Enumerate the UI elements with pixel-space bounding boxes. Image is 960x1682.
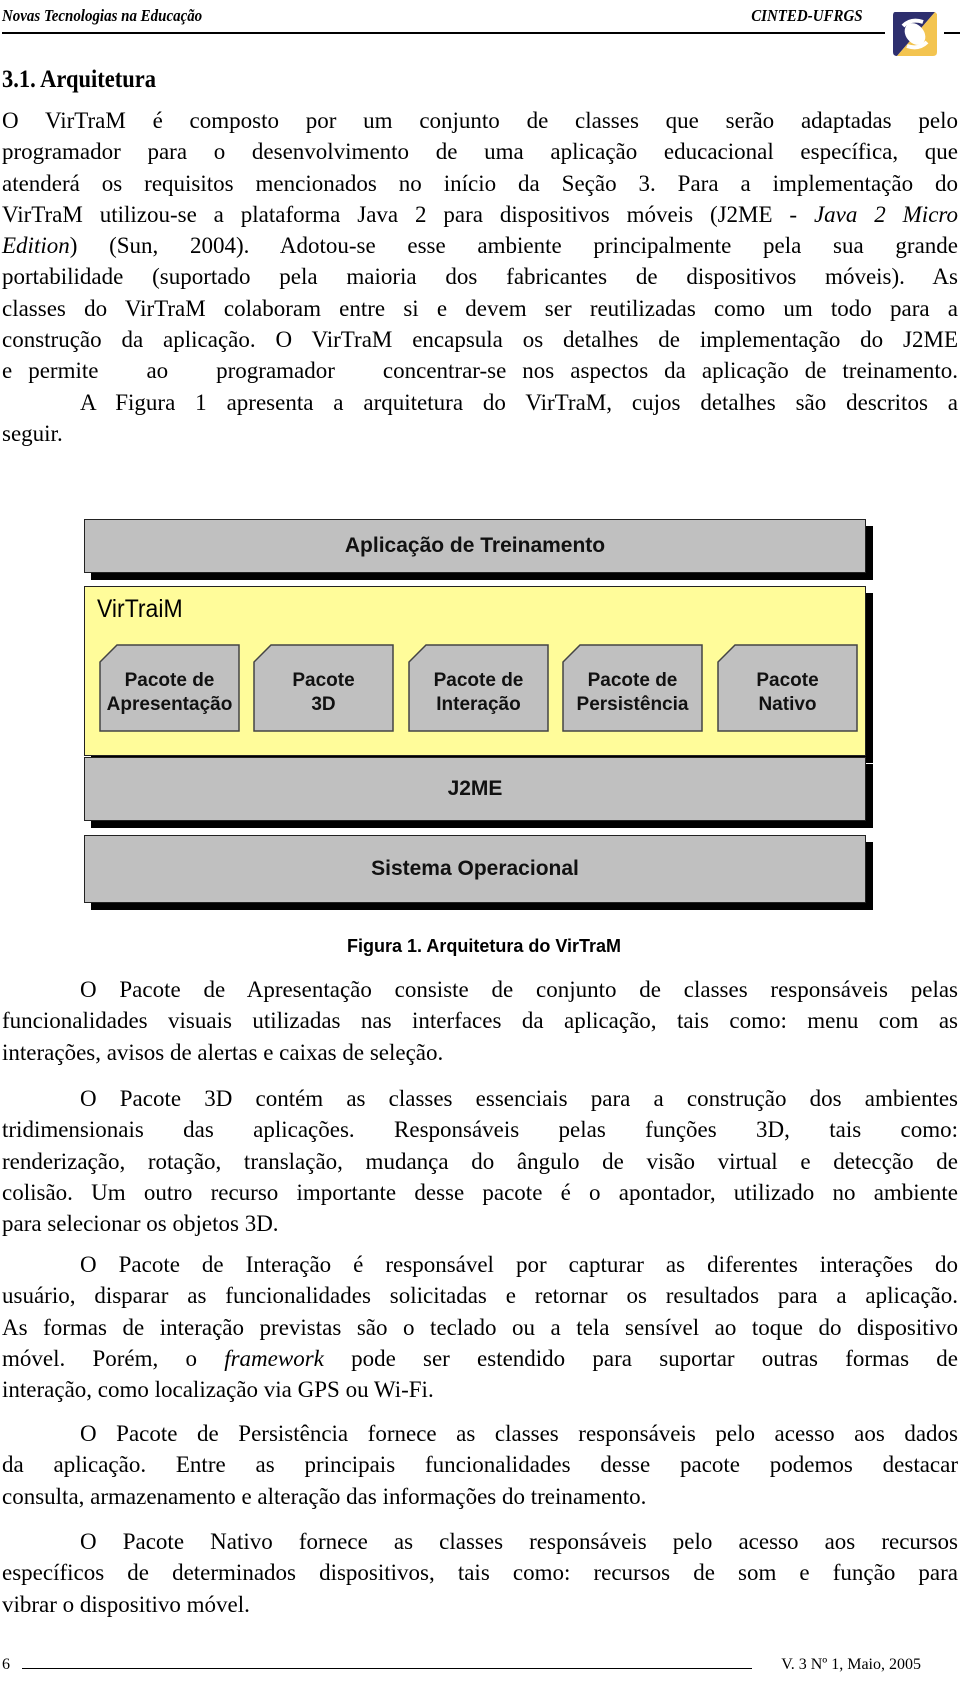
layer-label: Sistema Operacional [371, 857, 579, 880]
paragraph-native-package: O Pacote Nativo fornece as classes respo… [2, 1526, 958, 1620]
text-segment: A Figura 1 apresenta a arquitetura do Vi… [80, 389, 958, 415]
page-header: Novas Tecnologias na Educação CINTED-UFR… [0, 0, 960, 60]
text-line: A Figura 1 apresenta a arquitetura do Vi… [2, 387, 958, 418]
text-line: vibrar o dispositivo móvel. [2, 1591, 250, 1617]
text-line: usuário, disparar as funcionalidades sol… [2, 1283, 958, 1309]
text-line: interação, como localização via GPS ou W… [2, 1377, 434, 1403]
text-line: interações, avisos de alertas e caixas d… [2, 1039, 444, 1065]
paragraph-persistence-package: O Pacote de Persistência fornece as clas… [2, 1418, 958, 1512]
package-list: Pacote de Apresentação Pacote 3D Pacote de… [99, 644, 859, 732]
paragraph-interaction-package: O Pacote de Interação é responsável por … [2, 1249, 958, 1405]
text-line: colisão. Um outro recurso importante des… [2, 1179, 958, 1205]
text-line: programador para o desenvolvimento de um… [2, 139, 958, 165]
text-line: renderização, rotação, translação, mudan… [2, 1148, 958, 1174]
text-line: móvel. Porém, o framework pode ser esten… [2, 1345, 958, 1371]
text-line: VirTraM utilizou-se a plataforma Java 2 … [2, 199, 958, 230]
package-label: Pacote Nativo [756, 670, 819, 715]
package-interaction: Pacote de Interação [408, 644, 549, 732]
layer-training-application: Aplicação de Treinamento [84, 519, 866, 573]
text-line: construção da aplicação. O VirTraM encap… [2, 327, 958, 353]
footer-divider [22, 1668, 752, 1669]
text-line: classes do VirTraM colaboram entre si e … [2, 295, 958, 321]
text-line: O Pacote Nativo fornece as classes respo… [80, 1529, 958, 1554]
intro-paragraph: O VirTraM é composto por um conjunto de … [2, 105, 958, 449]
text-line: O Pacote de Persistência fornece as clas… [80, 1421, 958, 1446]
text-line: Edition) (Sun, 2004). Adotou-se esse amb… [2, 230, 958, 261]
text-line: atenderá os requisitos mencionados no in… [2, 170, 958, 196]
package-label: Pacote 3D [292, 670, 355, 715]
text-line: funcionalidades visuais utilizadas nas i… [2, 1008, 958, 1034]
institution-name: CINTED-UFRGS [751, 6, 863, 25]
italic-term: framework [224, 1345, 324, 1371]
layer-label: Aplicação de Treinamento [344, 534, 606, 557]
layer-operating-system: Sistema Operacional [84, 835, 866, 903]
italic-term: Edition [2, 233, 70, 259]
paragraph-presentation-package: O Pacote de Apresentação consiste de con… [2, 974, 958, 1068]
layer-label: J2ME [447, 777, 503, 800]
text-line: O Pacote de Interação é responsável por … [80, 1252, 958, 1277]
header-divider [2, 32, 885, 34]
architecture-diagram: Aplicação de Treinamento VirTraiM Pacote… [84, 519, 870, 914]
paragraph-3d-package: O Pacote 3D contém as classes essenciais… [2, 1083, 958, 1239]
text-line: portabilidade (suportado pela maioria do… [2, 264, 958, 290]
text-line: para selecionar os objetos 3D. [2, 1211, 279, 1237]
issue-info: V. 3 Nº 1, Maio, 2005 [781, 1656, 921, 1673]
layer-framework: VirTraiM Pacote de Apresentação Pacote 3D … [84, 586, 866, 756]
text-segment: ) (Sun, 2004). Adotou-se esse ambiente p… [69, 233, 958, 259]
figure-caption: Figura 1. Arquitetura do VirTraM [347, 936, 622, 956]
text-line: e permite ao programador concentrar-se n… [2, 358, 958, 384]
text-line: específicos de determinados dispositivos… [2, 1560, 958, 1586]
text-line: da aplicação. Entre as principais funcio… [2, 1452, 958, 1478]
package-3d: Pacote 3D [253, 644, 394, 732]
package-label: Pacote de Interação [433, 670, 524, 715]
text-line: tridimensionais das aplicações. Responsá… [2, 1117, 958, 1143]
page-number: 6 [2, 1656, 10, 1673]
section-title: 3.1. Arquitetura [2, 66, 156, 93]
text-line: O Pacote 3D contém as classes essenciais… [80, 1086, 958, 1111]
package-presentation: Pacote de Apresentação [99, 644, 240, 732]
framework-title: VirTraiM [97, 595, 183, 623]
text-line: As formas de interação previstas são o t… [2, 1314, 958, 1340]
text-line: O Pacote de Apresentação consiste de con… [80, 977, 958, 1002]
package-label: Pacote de Apresentação [106, 670, 233, 715]
package-persistence: Pacote de Persistência [562, 644, 703, 732]
journal-title: Novas Tecnologias na Educação [2, 6, 203, 25]
layer-j2me: J2ME [84, 757, 866, 821]
text-line: O VirTraM é composto por um conjunto de … [2, 108, 958, 133]
package-native: Pacote Nativo [717, 644, 858, 732]
italic-term: Java 2 Micro [813, 201, 958, 227]
package-label: Pacote de Persistência [576, 670, 689, 715]
text-line: seguir. [2, 420, 63, 446]
text-segment: VirTraM utilizou-se a plataforma Java 2 … [2, 201, 814, 227]
text-line: consulta, armazenamento e alteração das … [2, 1483, 647, 1509]
cinted-logo-icon [893, 12, 937, 56]
header-divider-end [944, 32, 960, 34]
